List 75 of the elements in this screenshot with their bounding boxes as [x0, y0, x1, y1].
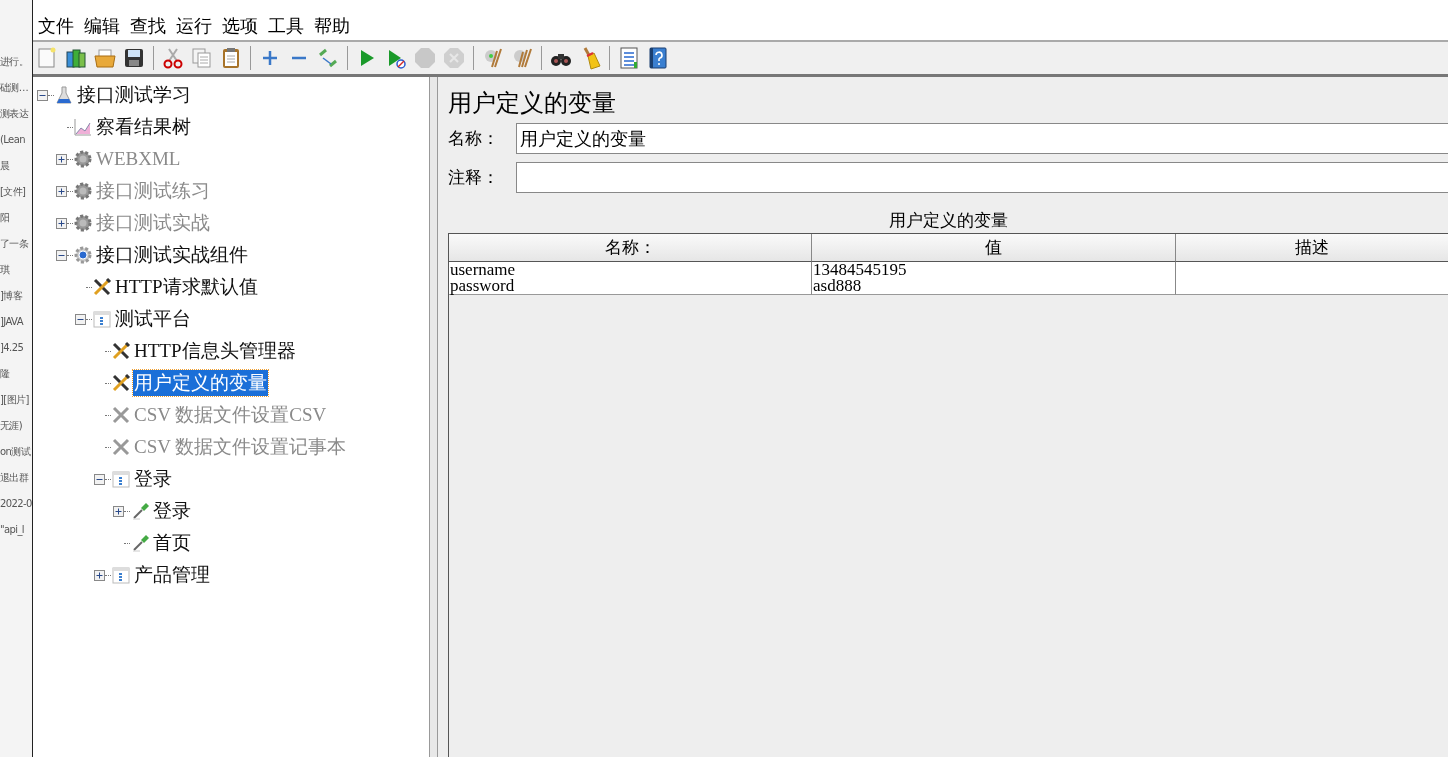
pipette-toggle-icon[interactable]: [316, 46, 340, 70]
wrench-screwdriver-icon: [92, 277, 112, 297]
chat-text: 退出群: [0, 472, 30, 484]
field-label: 名称：: [448, 127, 500, 150]
tree-item[interactable]: 用户定义的变量: [133, 370, 268, 396]
column-header[interactable]: 值: [812, 234, 1176, 262]
column-header[interactable]: 描述: [1176, 234, 1448, 262]
menu-item[interactable]: 编辑: [83, 14, 121, 38]
folder-icon[interactable]: [93, 46, 117, 70]
chat-text: 晨: [0, 160, 11, 172]
chat-text: 了一条: [0, 238, 30, 250]
wrench-screwdriver-icon: [111, 341, 131, 361]
gear-icon: [73, 181, 93, 201]
controller-icon: [92, 309, 112, 329]
chat-text: ][图片]: [0, 394, 30, 406]
list-icon[interactable]: [617, 46, 641, 70]
menu-item[interactable]: 帮助: [313, 14, 351, 38]
chat-text: 无涯): [0, 420, 24, 432]
tree-item[interactable]: 登录: [133, 466, 173, 492]
chat-text: ]博客: [0, 290, 24, 302]
tree-item[interactable]: 测试平台: [114, 306, 192, 332]
tree-item[interactable]: 接口测试学习: [76, 82, 192, 108]
chat-text: ]4.25: [0, 342, 25, 354]
controller-icon: [111, 565, 131, 585]
chat-text: [文件]: [0, 186, 27, 198]
table-title: 用户定义的变量: [887, 209, 1009, 232]
chat-text: 测表达: [0, 108, 30, 120]
collapse-toggle-icon[interactable]: [94, 473, 105, 485]
chart-icon: [73, 117, 93, 137]
tree-item[interactable]: 接口测试实战组件: [95, 242, 249, 268]
chat-text: (Lean: [0, 134, 26, 146]
name-field[interactable]: 用户定义的变量: [516, 123, 1448, 154]
flask-icon: [54, 85, 74, 105]
panel-title: 用户定义的变量: [448, 88, 617, 119]
books-icon[interactable]: [64, 46, 88, 70]
gear-icon: [73, 245, 93, 265]
expand-toggle-icon[interactable]: [94, 569, 105, 581]
chat-text: 阳: [0, 212, 11, 224]
chat-text: on测试: [0, 446, 32, 458]
pipette-icon: [130, 533, 150, 553]
gear-icon: [73, 149, 93, 169]
chat-text: 础测…: [0, 82, 30, 94]
collapse-toggle-icon[interactable]: [56, 249, 67, 261]
tree-item[interactable]: HTTP请求默认值: [114, 274, 259, 300]
tree-item[interactable]: 产品管理: [133, 562, 211, 588]
menu-item[interactable]: 工具: [267, 14, 305, 38]
chat-text: 2022-0: [0, 498, 32, 510]
field-label: 注释：: [448, 166, 500, 189]
menu-item[interactable]: 选项: [221, 14, 259, 38]
controller-icon: [111, 469, 131, 489]
tree-item[interactable]: 登录: [152, 498, 192, 524]
wrench-screwdriver-icon: [111, 373, 131, 393]
chat-text: ]JAVA: [0, 316, 25, 328]
wrench-screwdriver-icon: [111, 405, 131, 425]
table-cell[interactable]: password: [449, 278, 812, 295]
scissors-icon[interactable]: [161, 46, 185, 70]
chat-text: 琪: [0, 264, 11, 276]
menu-item[interactable]: 查找: [129, 14, 167, 38]
chat-text: 进行。: [0, 56, 30, 68]
menu-item[interactable]: 文件: [37, 14, 75, 38]
wrench-screwdriver-icon: [111, 437, 131, 457]
comment-field[interactable]: [516, 162, 1448, 193]
tree-item[interactable]: 察看结果树: [95, 114, 192, 140]
chat-text: "api_l: [0, 524, 26, 536]
tree-item[interactable]: 首页: [152, 530, 192, 556]
help-book-icon[interactable]: [646, 46, 670, 70]
collapse-toggle-icon[interactable]: [75, 313, 86, 325]
gear-icon: [73, 213, 93, 233]
pipette-icon: [130, 501, 150, 521]
collapse-toggle-icon[interactable]: [37, 89, 48, 101]
chat-text: 隆: [0, 368, 11, 380]
expand-toggle-icon[interactable]: [113, 505, 124, 517]
tree-item[interactable]: HTTP信息头管理器: [133, 338, 297, 364]
menu-item[interactable]: 运行: [175, 14, 213, 38]
column-header[interactable]: 名称：: [449, 234, 812, 262]
